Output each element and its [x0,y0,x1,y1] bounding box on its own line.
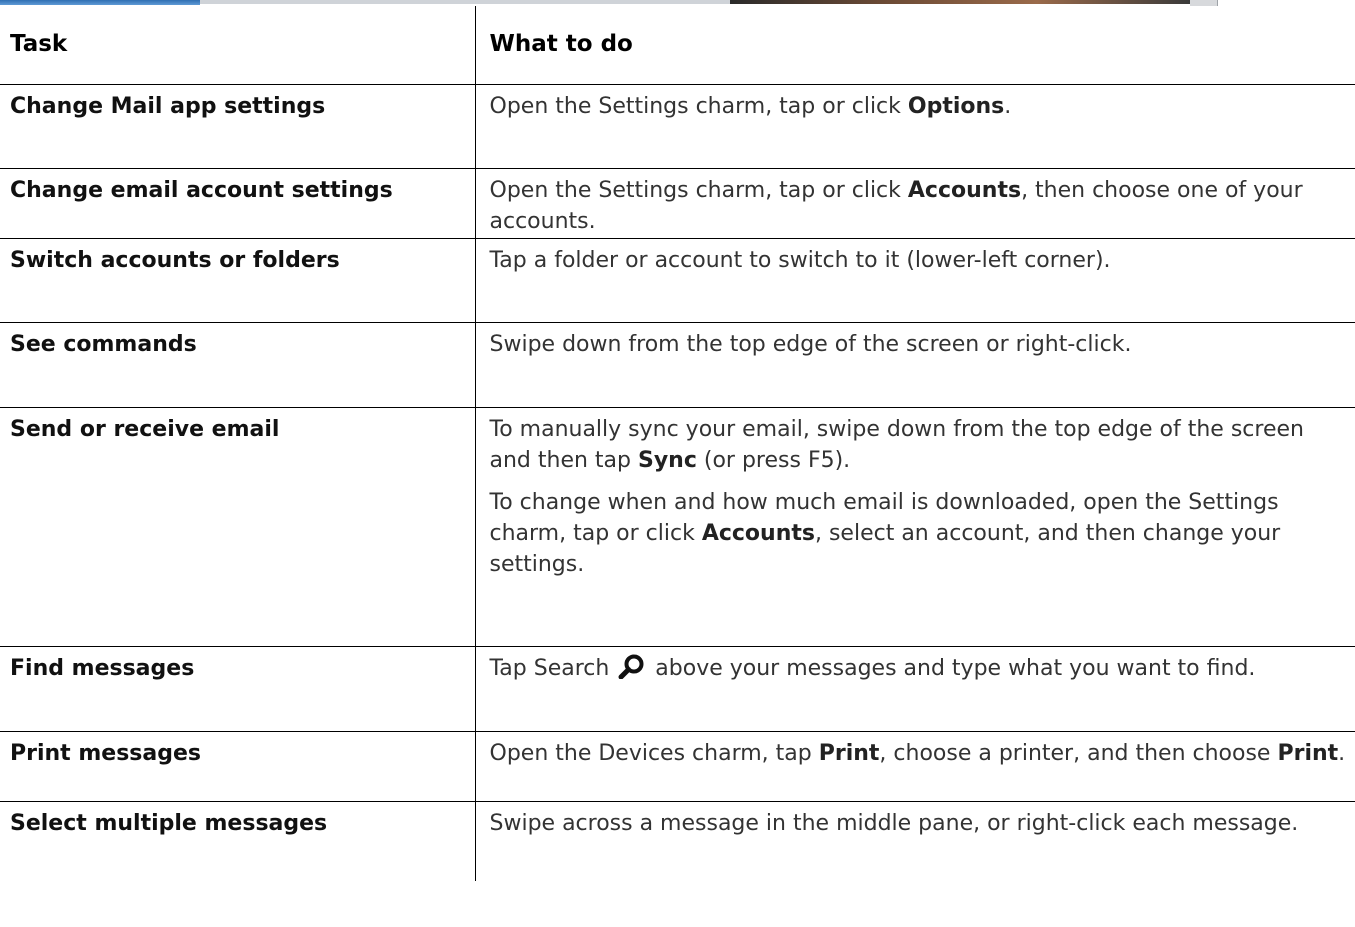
task-cell: Change Mail app settings [0,84,476,168]
instruction-cell: Tap a folder or account to switch to it … [475,238,1355,322]
table-header-row: Task What to do [0,6,1355,84]
text-run: , choose a printer, and then choose [879,740,1278,766]
task-cell: Switch accounts or folders [0,238,476,322]
instruction-text: Tap Search above your messages and type … [490,653,1350,684]
what-to-do-column-header: What to do [489,31,633,57]
table-row: Send or receive email To manually sync y… [0,407,1355,646]
instruction-text: Tap a folder or account to switch to it … [490,245,1350,276]
strip-segment-gray [200,0,730,4]
ui-term: Accounts [907,177,1022,203]
task-table: Task What to do Change Mail app settings… [0,6,1355,881]
instruction-text: To change when and how much email is dow… [490,487,1350,580]
table-row: See commands Swipe down from the top edg… [0,322,1355,407]
table-row: Select multiple messages Swipe across a … [0,801,1355,881]
table-row: Change Mail app settings Open the Settin… [0,84,1355,168]
instruction-text: Swipe down from the top edge of the scre… [490,329,1350,360]
text-run: . [1338,740,1346,766]
text-run: above your messages and type what you wa… [648,655,1256,681]
text-run: Tap a folder or account to switch to it … [489,247,1111,273]
table-row: Change email account settings Open the S… [0,168,1355,238]
strip-segment-blue [0,0,200,5]
ui-term: Print [818,740,880,766]
text-run: . [1004,93,1012,119]
task-cell: Print messages [0,731,476,801]
text-run: Tap Search [489,655,617,681]
table-row: Find messages Tap Search above your mess… [0,646,1355,731]
text-run: (or press F5). [696,447,851,473]
task-cell: Change email account settings [0,168,476,238]
search-icon [618,654,644,679]
text-run: Open the Settings charm, tap or click [489,177,908,203]
instruction-text: Open the Settings charm, tap or click Ac… [490,175,1350,237]
text-run: Swipe down from the top edge of the scre… [489,331,1132,357]
ui-term: Print [1277,740,1339,766]
table-row: Print messages Open the Devices charm, t… [0,731,1355,801]
instruction-text: Open the Settings charm, tap or click Op… [490,91,1350,122]
instruction-text: To manually sync your email, swipe down … [490,414,1350,476]
ui-term: Accounts [701,520,815,546]
task-cell: Select multiple messages [0,801,476,881]
strip-segment-photo [730,0,1190,4]
instruction-text: Open the Devices charm, tap Print, choos… [490,738,1350,769]
task-column-header: Task [0,6,476,84]
text-run: Open the Devices charm, tap [489,740,819,766]
task-cell: See commands [0,322,476,407]
instruction-text: Swipe across a message in the middle pan… [490,808,1350,839]
task-cell: Find messages [0,646,476,731]
instruction-cell: Swipe down from the top edge of the scre… [475,322,1355,407]
table-row: Switch accounts or folders Tap a folder … [0,238,1355,322]
ui-term: Sync [638,447,697,473]
instruction-cell: To manually sync your email, swipe down … [475,407,1355,646]
text-run: Open the Settings charm, tap or click [489,93,908,119]
instruction-cell: Open the Devices charm, tap Print, choos… [475,731,1355,801]
text-run: To manually sync your email, swipe down … [489,416,1304,473]
instruction-cell: Tap Search above your messages and type … [475,646,1355,731]
task-cell: Send or receive email [0,407,476,646]
instruction-cell: Open the Settings charm, tap or click Ac… [475,168,1355,238]
ui-term: Options [907,93,1005,119]
instruction-cell: Open the Settings charm, tap or click Op… [475,84,1355,168]
text-run: Swipe across a message in the middle pan… [489,810,1299,836]
instruction-cell: Swipe across a message in the middle pan… [475,801,1355,881]
